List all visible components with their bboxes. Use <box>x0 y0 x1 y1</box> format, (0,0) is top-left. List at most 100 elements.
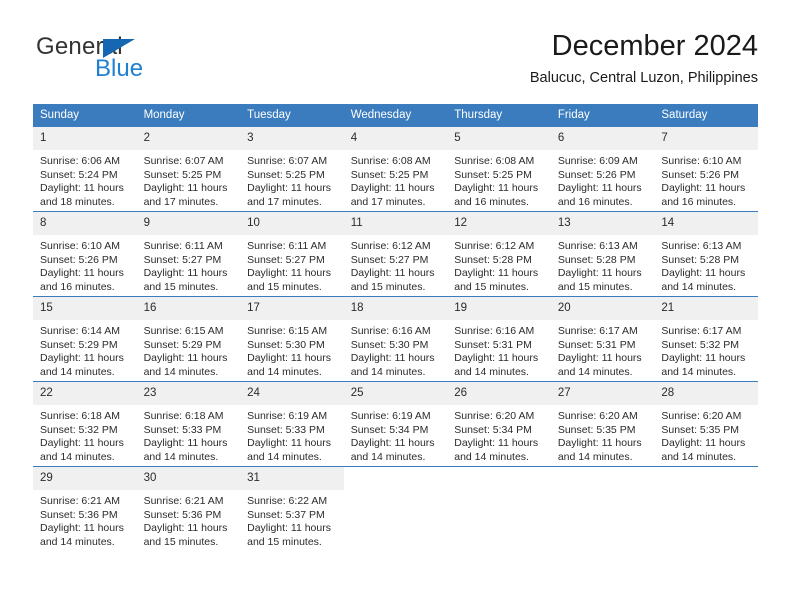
weekday-header-friday: Friday <box>550 104 655 127</box>
day-number: 9 <box>136 212 241 235</box>
day-sun-info: Sunrise: 6:15 AM Sunset: 5:30 PM Daylight:… <box>240 320 344 379</box>
calendar-day-cell[interactable]: 19 Sunrise: 6:16 AM Sunset: 5:31 PM Dayligh… <box>447 296 551 382</box>
calendar-day-cell[interactable]: 8 Sunrise: 6:10 AM Sunset: 5:26 PM Daylight… <box>33 211 137 297</box>
calendar-day-cell[interactable]: 25 Sunrise: 6:19 AM Sunset: 5:34 PM Dayligh… <box>343 381 448 467</box>
calendar-day-cell[interactable]: 3 Sunrise: 6:07 AM Sunset: 5:25 PM Daylight… <box>240 126 344 212</box>
day-number: 13 <box>550 212 655 235</box>
calendar-day-cell[interactable]: 11 Sunrise: 6:12 AM Sunset: 5:27 PM Dayligh… <box>343 211 448 297</box>
day-sunset-text: Sunset: 5:30 PM <box>350 338 429 351</box>
weekday-header-sunday: Sunday <box>33 104 137 127</box>
day-sun-info: Sunrise: 6:19 AM Sunset: 5:33 PM Daylight:… <box>240 405 344 464</box>
day-sunrise-text: Sunrise: 6:17 AM <box>557 325 638 337</box>
day-sunrise-text: Sunrise: 6:21 AM <box>40 495 120 507</box>
calendar-day-cell-empty <box>447 466 551 551</box>
calendar-day-cell[interactable]: 7 Sunrise: 6:10 AM Sunset: 5:26 PM Daylight… <box>654 126 758 212</box>
calendar-day-cell[interactable]: 10 Sunrise: 6:11 AM Sunset: 5:27 PM Dayligh… <box>240 211 344 297</box>
day-sunset-text: Sunset: 5:36 PM <box>143 508 222 521</box>
day-number: 26 <box>447 382 551 405</box>
day-sunset-text: Sunset: 5:30 PM <box>247 338 325 351</box>
calendar-day-cell[interactable]: 17 Sunrise: 6:15 AM Sunset: 5:30 PM Dayligh… <box>240 296 344 382</box>
calendar-day-cell[interactable]: 21 Sunrise: 6:17 AM Sunset: 5:32 PM Dayligh… <box>654 296 758 382</box>
calendar-day-cell[interactable]: 23 Sunrise: 6:18 AM Sunset: 5:33 PM Dayligh… <box>136 381 241 467</box>
brand-logo[interactable]: General Blue <box>34 34 264 90</box>
day-sunrise-text: Sunrise: 6:08 AM <box>454 155 535 167</box>
day-daylight-text: Daylight: 11 hours <box>557 182 642 195</box>
day-daylight-text: Daylight: 11 hours <box>40 437 124 450</box>
day-daylight-text: Daylight: 11 hours <box>40 522 124 535</box>
day-daylight-text: Daylight: 11 hours <box>661 352 746 365</box>
day-daylight-text: Daylight: 11 hours <box>661 437 746 450</box>
day-sun-info: Sunrise: 6:12 AM Sunset: 5:28 PM Daylight:… <box>447 235 551 294</box>
day-sunset-text: Sunset: 5:26 PM <box>557 168 636 181</box>
calendar-day-cell[interactable]: 28 Sunrise: 6:20 AM Sunset: 5:35 PM Dayligh… <box>654 381 758 467</box>
day-sunset-text: Sunset: 5:25 PM <box>350 168 429 181</box>
day-sunrise-text: Sunrise: 6:14 AM <box>40 325 120 337</box>
calendar-day-cell[interactable]: 12 Sunrise: 6:12 AM Sunset: 5:28 PM Dayligh… <box>447 211 551 297</box>
day-number: 25 <box>343 382 448 405</box>
day-daylight-text: Daylight: 11 hours <box>247 522 331 535</box>
calendar-day-cell[interactable]: 13 Sunrise: 6:13 AM Sunset: 5:28 PM Dayligh… <box>550 211 655 297</box>
calendar-day-cell[interactable]: 24 Sunrise: 6:19 AM Sunset: 5:33 PM Dayligh… <box>240 381 344 467</box>
calendar-day-cell[interactable]: 15 Sunrise: 6:14 AM Sunset: 5:29 PM Dayligh… <box>33 296 137 382</box>
day-number <box>447 467 551 476</box>
day-daylight-text: and 18 minutes. <box>40 195 115 208</box>
day-sun-info: Sunrise: 6:20 AM Sunset: 5:35 PM Daylight:… <box>551 405 655 464</box>
day-sun-info: Sunrise: 6:13 AM Sunset: 5:28 PM Daylight:… <box>654 235 758 294</box>
day-number: 12 <box>447 212 551 235</box>
day-daylight-text: Daylight: 11 hours <box>557 352 642 365</box>
calendar-day-cell[interactable]: 2 Sunrise: 6:07 AM Sunset: 5:25 PM Daylight… <box>136 126 241 212</box>
day-daylight-text: and 16 minutes. <box>40 280 115 293</box>
weekday-header-saturday: Saturday <box>654 104 758 127</box>
day-sunrise-text: Sunrise: 6:19 AM <box>350 410 431 422</box>
day-sunrise-text: Sunrise: 6:13 AM <box>557 240 638 252</box>
calendar-day-cell[interactable]: 20 Sunrise: 6:17 AM Sunset: 5:31 PM Dayligh… <box>550 296 655 382</box>
day-number: 21 <box>654 297 758 320</box>
day-daylight-text: and 14 minutes. <box>40 365 115 378</box>
calendar-day-cell[interactable]: 27 Sunrise: 6:20 AM Sunset: 5:35 PM Dayligh… <box>550 381 655 467</box>
day-number: 24 <box>240 382 344 405</box>
day-number: 5 <box>447 127 551 150</box>
calendar-day-cell[interactable]: 9 Sunrise: 6:11 AM Sunset: 5:27 PM Daylight… <box>136 211 241 297</box>
day-sunset-text: Sunset: 5:26 PM <box>40 253 118 266</box>
day-daylight-text: Daylight: 11 hours <box>247 182 331 195</box>
calendar-day-cell[interactable]: 6 Sunrise: 6:09 AM Sunset: 5:26 PM Daylight… <box>550 126 655 212</box>
calendar-day-cell[interactable]: 16 Sunrise: 6:15 AM Sunset: 5:29 PM Dayligh… <box>136 296 241 382</box>
calendar-day-cell[interactable]: 18 Sunrise: 6:16 AM Sunset: 5:30 PM Dayligh… <box>343 296 448 382</box>
calendar-page: General Blue December 2024 Balucuc, Cent… <box>0 0 792 612</box>
calendar-day-cell[interactable]: 14 Sunrise: 6:13 AM Sunset: 5:28 PM Dayligh… <box>654 211 758 297</box>
day-sun-info: Sunrise: 6:07 AM Sunset: 5:25 PM Daylight:… <box>240 150 344 209</box>
day-number: 18 <box>343 297 448 320</box>
calendar-day-cell[interactable]: 22 Sunrise: 6:18 AM Sunset: 5:32 PM Dayligh… <box>33 381 137 467</box>
calendar-day-cell[interactable]: 4 Sunrise: 6:08 AM Sunset: 5:25 PM Daylight… <box>343 126 448 212</box>
day-sunset-text: Sunset: 5:25 PM <box>454 168 532 181</box>
day-sunrise-text: Sunrise: 6:17 AM <box>661 325 742 337</box>
calendar-day-cell[interactable]: 30 Sunrise: 6:21 AM Sunset: 5:36 PM Dayligh… <box>136 466 241 551</box>
day-number: 4 <box>343 127 448 150</box>
day-number: 8 <box>33 212 137 235</box>
day-daylight-text: Daylight: 11 hours <box>40 267 124 280</box>
day-sunrise-text: Sunrise: 6:13 AM <box>661 240 742 252</box>
day-number: 16 <box>136 297 241 320</box>
day-sunset-text: Sunset: 5:25 PM <box>247 168 325 181</box>
calendar-day-cell[interactable]: 29 Sunrise: 6:21 AM Sunset: 5:36 PM Dayligh… <box>33 466 137 551</box>
day-daylight-text: and 17 minutes. <box>247 195 322 208</box>
calendar-day-cell[interactable]: 5 Sunrise: 6:08 AM Sunset: 5:25 PM Daylight… <box>447 126 551 212</box>
calendar-day-cell[interactable]: 26 Sunrise: 6:20 AM Sunset: 5:34 PM Dayligh… <box>447 381 551 467</box>
day-sun-info: Sunrise: 6:17 AM Sunset: 5:32 PM Daylight:… <box>654 320 758 379</box>
day-number <box>343 467 448 476</box>
day-sunset-text: Sunset: 5:32 PM <box>40 423 118 436</box>
calendar-week-row: 15 Sunrise: 6:14 AM Sunset: 5:29 PM Dayligh… <box>33 296 758 382</box>
weekday-header-tuesday: Tuesday <box>240 104 344 127</box>
day-daylight-text: and 14 minutes. <box>143 365 219 378</box>
day-number: 14 <box>654 212 758 235</box>
day-daylight-text: and 14 minutes. <box>350 365 426 378</box>
calendar-body: 1 Sunrise: 6:06 AM Sunset: 5:24 PM Daylight… <box>33 126 758 551</box>
calendar-day-cell[interactable]: 1 Sunrise: 6:06 AM Sunset: 5:24 PM Daylight… <box>33 126 137 212</box>
day-daylight-text: Daylight: 11 hours <box>40 352 124 365</box>
day-number: 30 <box>136 467 241 490</box>
day-sun-info: Sunrise: 6:10 AM Sunset: 5:26 PM Daylight:… <box>33 235 137 294</box>
calendar-day-cell[interactable]: 31 Sunrise: 6:22 AM Sunset: 5:37 PM Dayligh… <box>240 466 344 551</box>
day-number: 11 <box>343 212 448 235</box>
day-daylight-text: and 17 minutes. <box>143 195 219 208</box>
day-number <box>550 467 655 476</box>
